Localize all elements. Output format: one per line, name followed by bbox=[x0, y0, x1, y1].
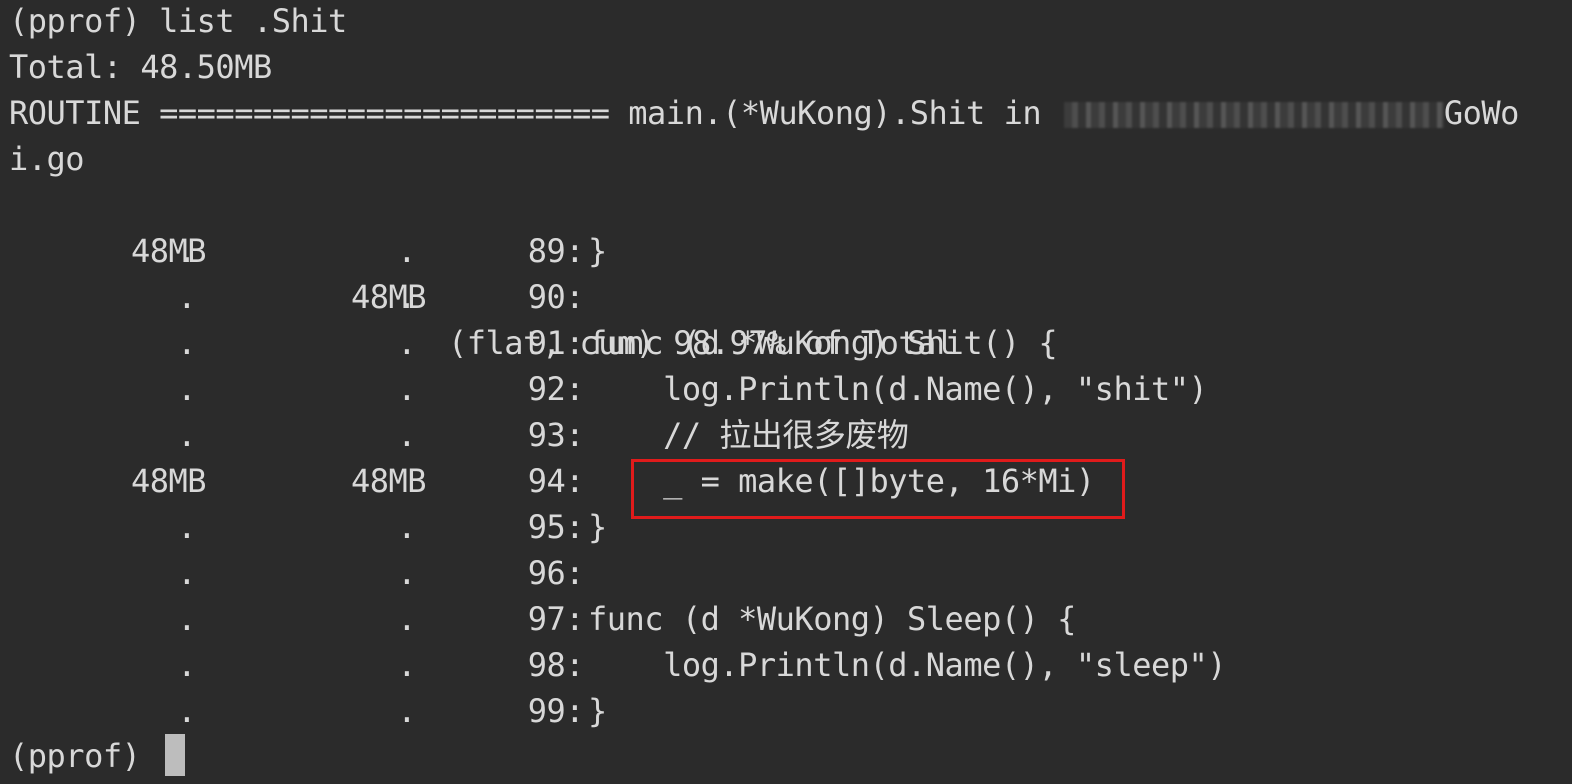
line-number: 95: bbox=[527, 508, 585, 546]
flat-value: . bbox=[177, 232, 196, 270]
routine-line: ROUTINE ======================== main.(*… bbox=[9, 90, 1519, 136]
source-code: } bbox=[588, 232, 607, 270]
cum-value: . bbox=[397, 324, 416, 362]
cum-value: . bbox=[397, 416, 416, 454]
line-number: 89: bbox=[527, 232, 585, 270]
flat-value: . bbox=[177, 278, 196, 316]
flat-value: . bbox=[177, 370, 196, 408]
cum-value: . bbox=[397, 232, 416, 270]
cum-value: . bbox=[397, 600, 416, 638]
cum-value: . bbox=[397, 370, 416, 408]
flat-value: 48MB bbox=[130, 462, 207, 500]
line-number: 90: bbox=[527, 278, 585, 316]
flat-value: . bbox=[177, 324, 196, 362]
line-number: 92: bbox=[527, 370, 585, 408]
flat-value: . bbox=[177, 646, 196, 684]
line-number: 93: bbox=[527, 416, 585, 454]
line-number: 94: bbox=[527, 462, 585, 500]
prompt-line[interactable]: (pprof) bbox=[9, 733, 186, 779]
routine-prefix: ROUTINE ======================== main.(*… bbox=[9, 94, 1060, 132]
cum-value: . bbox=[397, 278, 416, 316]
total-line: Total: 48.50MB bbox=[9, 48, 272, 86]
cum-value: . bbox=[397, 646, 416, 684]
source-code: func (d *WuKong) Shit() { bbox=[588, 324, 1058, 362]
source-code: func (d *WuKong) Sleep() { bbox=[588, 600, 1076, 638]
redacted-path bbox=[1063, 102, 1444, 128]
terminal-window[interactable]: (pprof) list .Shit Total: 48.50MB ROUTIN… bbox=[0, 0, 1572, 784]
flat-value: . bbox=[177, 554, 196, 592]
line-number: 99: bbox=[527, 692, 585, 730]
routine-path-tail: GoWo bbox=[1443, 94, 1520, 132]
source-code: log.Println(d.Name(), "shit") bbox=[588, 370, 1208, 408]
prompt: (pprof) bbox=[9, 737, 160, 775]
cum-value: 48MB bbox=[350, 462, 427, 500]
cum-value: . bbox=[397, 508, 416, 546]
flat-value: . bbox=[177, 416, 196, 454]
summary-line: 48MB 48MB (flat, cum) 98.97% of Total bbox=[0, 182, 955, 362]
line-number: 91: bbox=[527, 324, 585, 362]
flat-value: . bbox=[177, 508, 196, 546]
cursor bbox=[165, 734, 186, 776]
source-code: } bbox=[588, 508, 607, 546]
line-number: 96: bbox=[527, 554, 585, 592]
source-code: } bbox=[588, 692, 607, 730]
highlight-annotation-box bbox=[631, 459, 1125, 519]
source-code: log.Println(d.Name(), "sleep") bbox=[588, 646, 1227, 684]
line-number: 97: bbox=[527, 600, 585, 638]
routine-path-wrap: i.go bbox=[9, 140, 85, 178]
command-line: (pprof) list .Shit bbox=[9, 2, 347, 40]
flat-value: . bbox=[177, 600, 196, 638]
cum-value: . bbox=[397, 554, 416, 592]
source-code: // 拉出很多废物 bbox=[588, 416, 909, 454]
cum-value: . bbox=[397, 692, 416, 730]
flat-value: . bbox=[177, 692, 196, 730]
line-number: 98: bbox=[527, 646, 585, 684]
